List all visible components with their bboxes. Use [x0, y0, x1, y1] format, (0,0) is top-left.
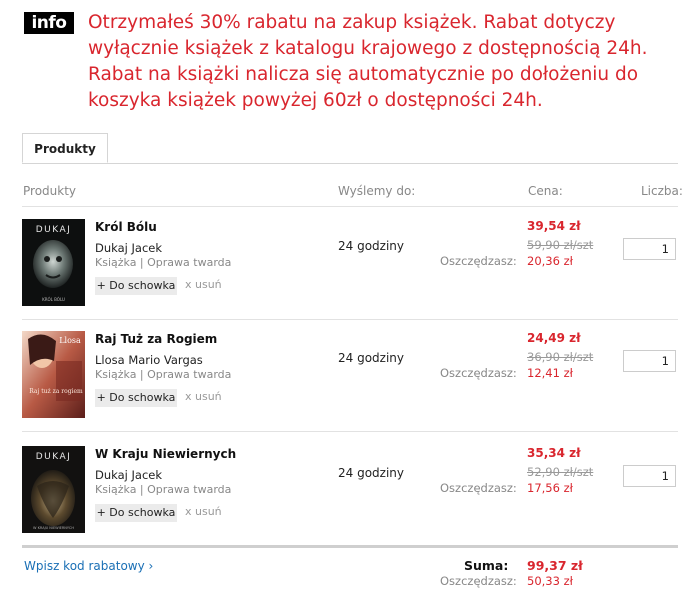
book-author[interactable]: Dukaj Jacek	[95, 241, 162, 255]
svg-text:DUKAJ: DUKAJ	[36, 452, 72, 462]
summary-divider	[22, 545, 678, 548]
info-badge: info	[24, 12, 74, 34]
shipping-time: 24 godziny	[338, 351, 404, 365]
quantity-input[interactable]	[623, 350, 676, 372]
book-author[interactable]: Llosa Mario Vargas	[95, 353, 203, 367]
price: 35,34 zł	[527, 446, 581, 460]
savings-amount: 20,36 zł	[527, 254, 573, 268]
savings-label: Oszczędzasz:	[440, 366, 517, 380]
book-title[interactable]: Raj Tuż za Rogiem	[95, 332, 217, 346]
total-value: 99,37 zł	[527, 558, 583, 573]
total-label: Suma:	[464, 558, 509, 573]
total-savings-label: Oszczędzasz:	[440, 574, 517, 588]
savings-label: Oszczędzasz:	[440, 254, 517, 268]
book-cover[interactable]: Llosa Raj tuż za rogiem	[22, 331, 85, 418]
book-author[interactable]: Dukaj Jacek	[95, 468, 162, 482]
column-header-ship: Wyślemy do:	[338, 184, 416, 198]
svg-text:W KRAJU NIEWIERNYCH: W KRAJU NIEWIERNYCH	[33, 526, 74, 530]
column-header-qty: Liczba:	[641, 184, 683, 198]
price: 24,49 zł	[527, 331, 581, 345]
book-cover[interactable]: DUKAJ W KRAJU NIEWIERNYCH	[22, 446, 85, 533]
old-price: 36,90 zł/szt	[527, 350, 594, 364]
old-price: 59,90 zł/szt	[527, 238, 594, 252]
svg-text:Llosa: Llosa	[59, 336, 81, 345]
cart-row: Llosa Raj tuż za rogiem Raj Tuż za Rogie…	[22, 319, 678, 431]
remove-button[interactable]: x usuń	[185, 390, 222, 403]
savings-label: Oszczędzasz:	[440, 481, 517, 495]
svg-text:KRÓL BÓLU: KRÓL BÓLU	[42, 297, 65, 302]
quantity-input[interactable]	[623, 238, 676, 260]
column-header-price: Cena:	[528, 184, 563, 198]
book-format: Książka | Oprawa twarda	[95, 256, 232, 269]
discount-code-link[interactable]: Wpisz kod rabatowy ›	[24, 559, 153, 573]
book-title[interactable]: W Kraju Niewiernych	[95, 447, 236, 461]
savings-amount: 17,56 zł	[527, 481, 573, 495]
tab-bar: Produkty	[22, 133, 678, 164]
remove-button[interactable]: x usuń	[185, 505, 222, 518]
column-header-products: Produkty	[23, 184, 77, 198]
price: 39,54 zł	[527, 219, 581, 233]
tab-produkty[interactable]: Produkty	[22, 133, 108, 163]
svg-text:Raj tuż za rogiem: Raj tuż za rogiem	[29, 388, 83, 395]
remove-button[interactable]: x usuń	[185, 278, 222, 291]
old-price: 52,90 zł/szt	[527, 465, 594, 479]
cart-row: DUKAJ KRÓL BÓLU Król Bólu Dukaj Jacek Ks…	[22, 207, 678, 319]
add-to-wishlist-button[interactable]: + Do schowka	[95, 277, 177, 295]
discount-notice: Otrzymałeś 30% rabatu na zakup książek. …	[88, 12, 648, 111]
book-cover[interactable]: DUKAJ KRÓL BÓLU	[22, 219, 85, 306]
book-title[interactable]: Król Bólu	[95, 220, 157, 234]
savings-amount: 12,41 zł	[527, 366, 573, 380]
shipping-time: 24 godziny	[338, 466, 404, 480]
shipping-time: 24 godziny	[338, 239, 404, 253]
svg-text:DUKAJ: DUKAJ	[36, 225, 72, 235]
book-format: Książka | Oprawa twarda	[95, 368, 232, 381]
total-savings-value: 50,33 zł	[527, 574, 573, 588]
book-format: Książka | Oprawa twarda	[95, 483, 232, 496]
cart-row: DUKAJ W KRAJU NIEWIERNYCH W Kraju Niewie…	[22, 434, 678, 546]
add-to-wishlist-button[interactable]: + Do schowka	[95, 389, 177, 407]
divider	[22, 431, 678, 432]
add-to-wishlist-button[interactable]: + Do schowka	[95, 504, 177, 522]
quantity-input[interactable]	[623, 465, 676, 487]
